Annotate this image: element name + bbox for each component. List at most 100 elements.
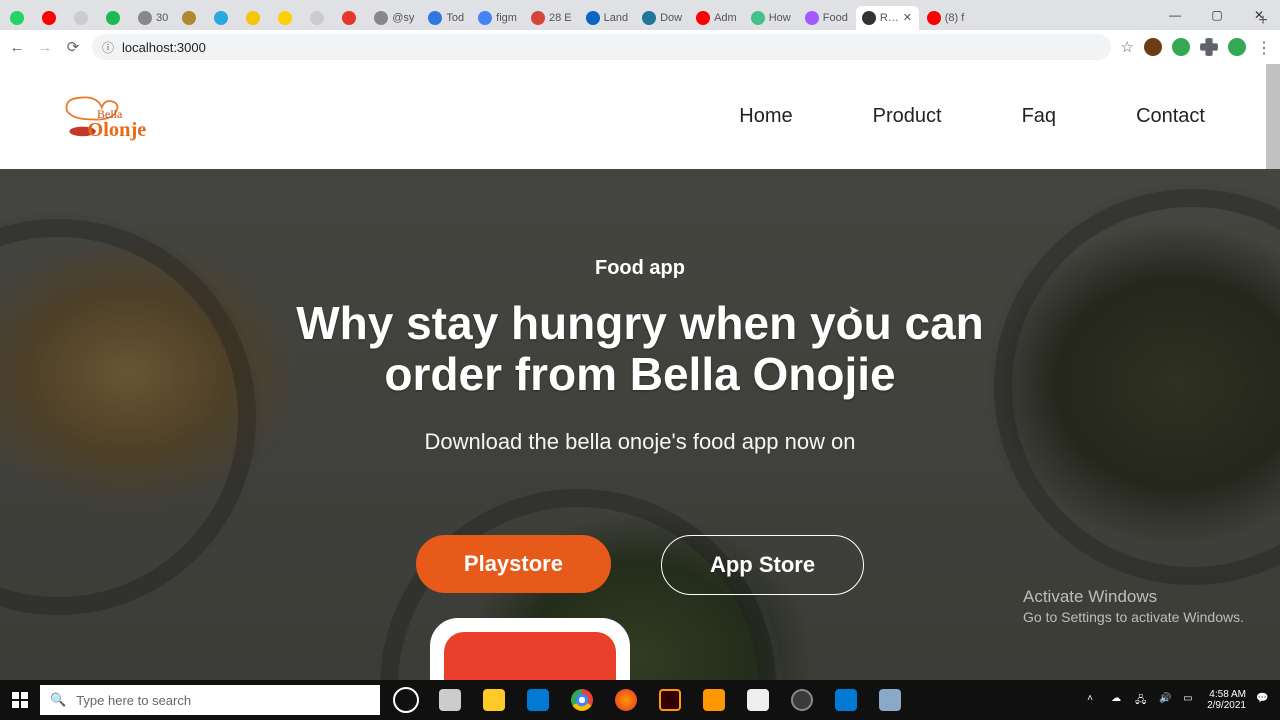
hero-title: Why stay hungry when you can order from … bbox=[260, 298, 1020, 399]
browser-tab[interactable]: Adm bbox=[690, 6, 743, 30]
playstore-button[interactable]: Playstore bbox=[416, 535, 611, 593]
bookmark-star-icon[interactable]: ☆ bbox=[1121, 38, 1134, 56]
profile-avatar[interactable] bbox=[1228, 38, 1246, 56]
appstore-button[interactable]: App Store bbox=[661, 535, 864, 595]
favicon-icon bbox=[10, 11, 24, 25]
browser-tab[interactable]: (8) f bbox=[921, 6, 971, 30]
nav-link-contact[interactable]: Contact bbox=[1136, 105, 1205, 128]
sublime-icon[interactable] bbox=[692, 680, 736, 720]
browser-tab[interactable]: figm bbox=[472, 6, 523, 30]
svg-text:Olonje: Olonje bbox=[87, 119, 146, 141]
nav-link-home[interactable]: Home bbox=[739, 105, 792, 128]
volume-icon[interactable]: 🔊 bbox=[1159, 693, 1173, 707]
search-placeholder: Type here to search bbox=[76, 693, 191, 708]
tab-label: Adm bbox=[714, 12, 737, 24]
chrome-icon[interactable] bbox=[560, 680, 604, 720]
forward-button[interactable]: → bbox=[36, 39, 54, 56]
browser-tab[interactable] bbox=[100, 6, 130, 30]
nav-link-faq[interactable]: Faq bbox=[1022, 105, 1056, 128]
file-explorer-icon[interactable] bbox=[472, 680, 516, 720]
tab-label: Land bbox=[604, 12, 628, 24]
maximize-button[interactable]: ▢ bbox=[1196, 0, 1238, 30]
browser-tab[interactable]: Land bbox=[580, 6, 634, 30]
back-button[interactable]: ← bbox=[8, 39, 26, 56]
tray-chevron-icon[interactable]: ˄ bbox=[1087, 693, 1101, 707]
notifications-icon[interactable]: 💬 bbox=[1256, 693, 1270, 707]
tab-label: Food bbox=[823, 12, 848, 24]
browser-tab[interactable] bbox=[272, 6, 302, 30]
nav-menu: Home Product Faq Contact bbox=[739, 105, 1205, 128]
browser-tab[interactable] bbox=[336, 6, 366, 30]
browser-tab[interactable] bbox=[304, 6, 334, 30]
tab-label: R… bbox=[880, 12, 899, 24]
browser-tab[interactable]: Tod bbox=[422, 6, 470, 30]
start-button[interactable] bbox=[0, 692, 40, 708]
obs-icon[interactable] bbox=[780, 680, 824, 720]
browser-toolbar: ← → ⟳ ⓘ localhost:3000 ☆ ⋮ bbox=[0, 30, 1280, 65]
browser-tab[interactable]: How bbox=[745, 6, 797, 30]
app-icon[interactable] bbox=[824, 680, 868, 720]
site-logo[interactable]: Bella Olonje bbox=[55, 87, 175, 147]
battery-icon[interactable]: ▭ bbox=[1183, 693, 1197, 707]
windows-activation-watermark: Activate Windows Go to Settings to activ… bbox=[1023, 587, 1244, 625]
hero-eyebrow: Food app bbox=[0, 257, 1280, 280]
page-viewport: Bella Olonje Home Product Faq Contact Food … bbox=[0, 64, 1280, 680]
browser-tab[interactable] bbox=[176, 6, 206, 30]
extension-icon[interactable] bbox=[1172, 38, 1190, 56]
taskview-icon[interactable] bbox=[428, 680, 472, 720]
browser-tab[interactable]: @sy bbox=[368, 6, 420, 30]
browser-tab[interactable]: 30 bbox=[132, 6, 174, 30]
browser-tab[interactable] bbox=[4, 6, 34, 30]
extensions-menu-icon[interactable] bbox=[1200, 38, 1218, 56]
vscode-icon[interactable] bbox=[516, 680, 560, 720]
taskbar-clock[interactable]: 4:58 AM 2/9/2021 bbox=[1207, 689, 1246, 712]
browser-tab[interactable]: Dow bbox=[636, 6, 688, 30]
cortana-icon[interactable] bbox=[384, 680, 428, 720]
app-icon[interactable] bbox=[868, 680, 912, 720]
tab-close-icon[interactable]: ✕ bbox=[903, 13, 913, 23]
browser-tab[interactable] bbox=[208, 6, 238, 30]
system-tray: ˄ ☁ 🖧 🔊 ▭ 4:58 AM 2/9/2021 💬 bbox=[1077, 689, 1280, 712]
favicon-icon bbox=[428, 11, 442, 25]
address-text: localhost:3000 bbox=[122, 40, 206, 55]
favicon-icon bbox=[805, 11, 819, 25]
browser-tab[interactable]: Food bbox=[799, 6, 854, 30]
scrollbar-thumb[interactable] bbox=[1266, 64, 1280, 184]
taskbar-search[interactable]: 🔍 Type here to search bbox=[40, 685, 380, 715]
browser-tabstrip: 30 @syTod figm 28 E Land Dow Adm How Food R… ✕ (8) … bbox=[0, 0, 1280, 30]
extension-icon[interactable] bbox=[1144, 38, 1162, 56]
tab-label: (8) f bbox=[945, 12, 965, 24]
logo-icon: Bella Olonje bbox=[55, 87, 175, 147]
tab-label: How bbox=[769, 12, 791, 24]
favicon-icon bbox=[278, 11, 292, 25]
favicon-icon bbox=[531, 11, 545, 25]
close-window-button[interactable]: ✕ bbox=[1238, 0, 1280, 30]
browser-tab[interactable] bbox=[68, 6, 98, 30]
favicon-icon bbox=[927, 11, 941, 25]
browser-tab[interactable] bbox=[240, 6, 270, 30]
tab-label: figm bbox=[496, 12, 517, 24]
firefox-icon[interactable] bbox=[604, 680, 648, 720]
favicon-icon bbox=[138, 11, 152, 25]
favicon-icon bbox=[586, 11, 600, 25]
phone-mockup bbox=[430, 618, 630, 680]
illustrator-icon[interactable] bbox=[648, 680, 692, 720]
browser-tab[interactable]: 28 E bbox=[525, 6, 578, 30]
network-icon[interactable]: 🖧 bbox=[1135, 693, 1149, 707]
nav-link-product[interactable]: Product bbox=[873, 105, 942, 128]
minimize-button[interactable]: — bbox=[1154, 0, 1196, 30]
favicon-icon bbox=[696, 11, 710, 25]
favicon-icon bbox=[374, 11, 388, 25]
reload-button[interactable]: ⟳ bbox=[64, 38, 82, 56]
favicon-icon bbox=[106, 11, 120, 25]
address-bar[interactable]: ⓘ localhost:3000 bbox=[92, 34, 1111, 60]
site-info-icon[interactable]: ⓘ bbox=[102, 39, 114, 56]
browser-tab[interactable] bbox=[36, 6, 66, 30]
browser-tab[interactable]: R… ✕ bbox=[856, 6, 919, 30]
chrome-menu-icon[interactable]: ⋮ bbox=[1256, 38, 1272, 56]
app-icon[interactable] bbox=[736, 680, 780, 720]
extensions-area: ⋮ bbox=[1144, 38, 1272, 56]
favicon-icon bbox=[642, 11, 656, 25]
site-nav: Bella Olonje Home Product Faq Contact bbox=[0, 64, 1280, 169]
onedrive-icon[interactable]: ☁ bbox=[1111, 693, 1125, 707]
